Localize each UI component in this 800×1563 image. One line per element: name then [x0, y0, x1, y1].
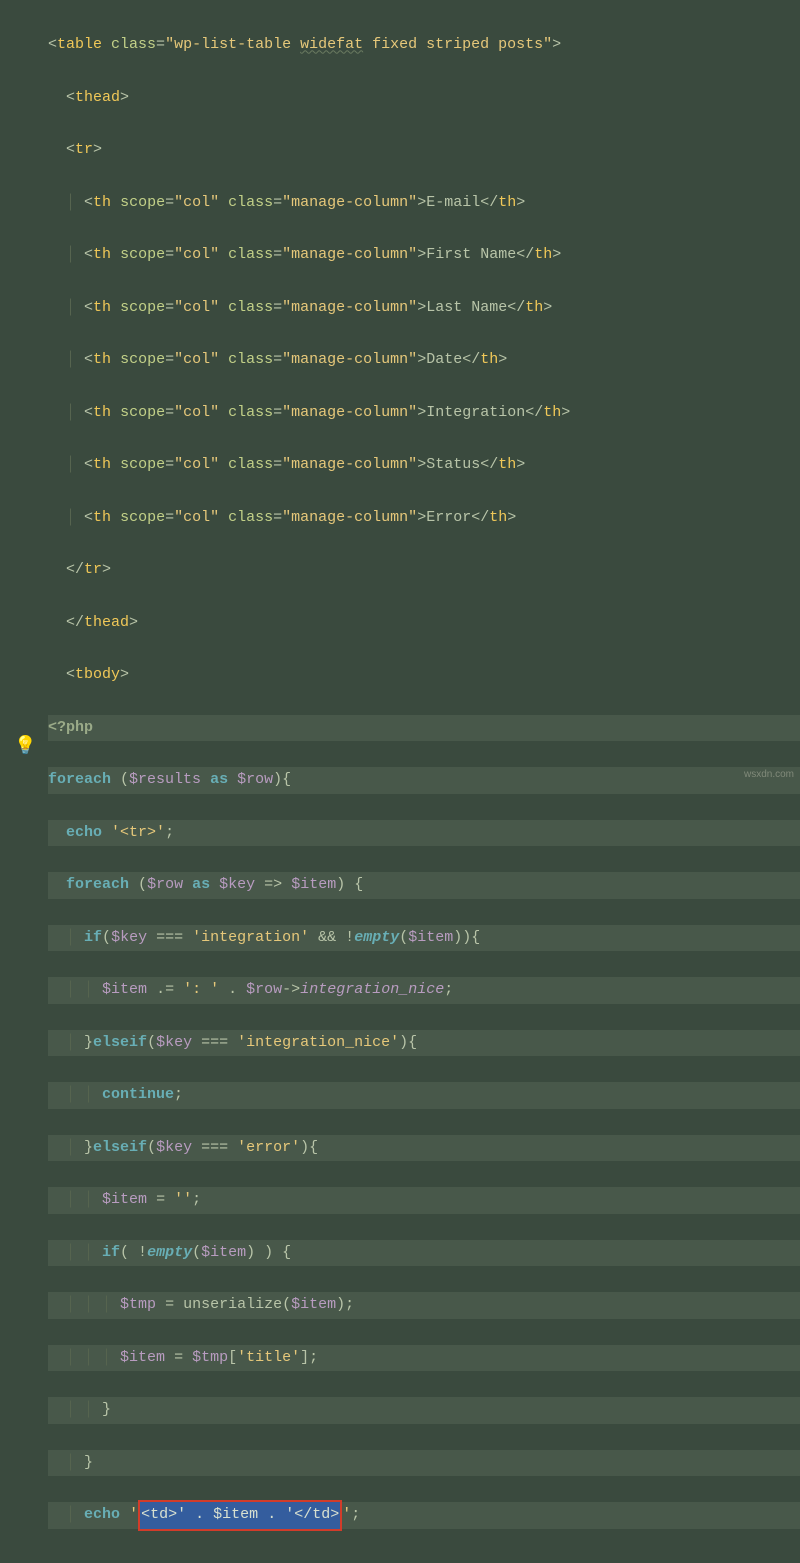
code-line[interactable]: <?php — [48, 715, 800, 741]
code-line[interactable]: foreach ($row as $key => $item) { — [48, 872, 800, 898]
code-line[interactable]: │ <th scope="col" class="manage-column">… — [48, 400, 800, 426]
code-line[interactable]: │ if($key === 'integration' && !empty($i… — [48, 925, 800, 951]
code-line[interactable]: </tr> — [48, 557, 800, 583]
code-line[interactable]: echo '<tr>'; — [48, 820, 800, 846]
code-line[interactable]: <table class="wp-list-table widefat fixe… — [48, 32, 800, 58]
code-line[interactable]: │ <th scope="col" class="manage-column">… — [48, 295, 800, 321]
code-line[interactable]: <tr> — [48, 137, 800, 163]
code-line[interactable]: │ │ │ $tmp = unserialize($item); — [48, 1292, 800, 1318]
code-line[interactable]: │ <th scope="col" class="manage-column">… — [48, 190, 800, 216]
code-line[interactable]: │ │ $item .= ': ' . $row->integration_ni… — [48, 977, 800, 1003]
code-line[interactable]: │ <th scope="col" class="manage-column">… — [48, 452, 800, 478]
code-line[interactable]: <thead> — [48, 85, 800, 111]
code-line[interactable]: │ │ continue; — [48, 1082, 800, 1108]
code-line[interactable]: │ │ │ $item = $tmp['title']; — [48, 1345, 800, 1371]
code-line[interactable]: │ <th scope="col" class="manage-column">… — [48, 347, 800, 373]
editor-selection[interactable]: <td>' . $item . '</td> — [138, 1500, 342, 1530]
code-line[interactable]: │ │ $item = ''; — [48, 1187, 800, 1213]
code-line[interactable]: foreach ($results as $row){ — [48, 767, 800, 793]
watermark: wsxdn.com — [744, 766, 794, 784]
code-line[interactable]: │ echo '<td>' . $item . '</td>'; — [48, 1502, 800, 1528]
code-line[interactable]: │ } — [48, 1450, 800, 1476]
code-line[interactable]: │ <th scope="col" class="manage-column">… — [48, 505, 800, 531]
code-line[interactable]: │ }elseif($key === 'error'){ — [48, 1135, 800, 1161]
code-line[interactable]: <tbody> — [48, 662, 800, 688]
code-line[interactable]: │ }elseif($key === 'integration_nice'){ — [48, 1030, 800, 1056]
code-line[interactable]: │ <th scope="col" class="manage-column">… — [48, 242, 800, 268]
code-editor[interactable]: <table class="wp-list-table widefat fixe… — [0, 0, 800, 1563]
code-line[interactable]: │ │ } — [48, 1397, 800, 1423]
code-line[interactable]: </thead> — [48, 610, 800, 636]
code-line[interactable]: │ │ if( !empty($item) ) { — [48, 1240, 800, 1266]
